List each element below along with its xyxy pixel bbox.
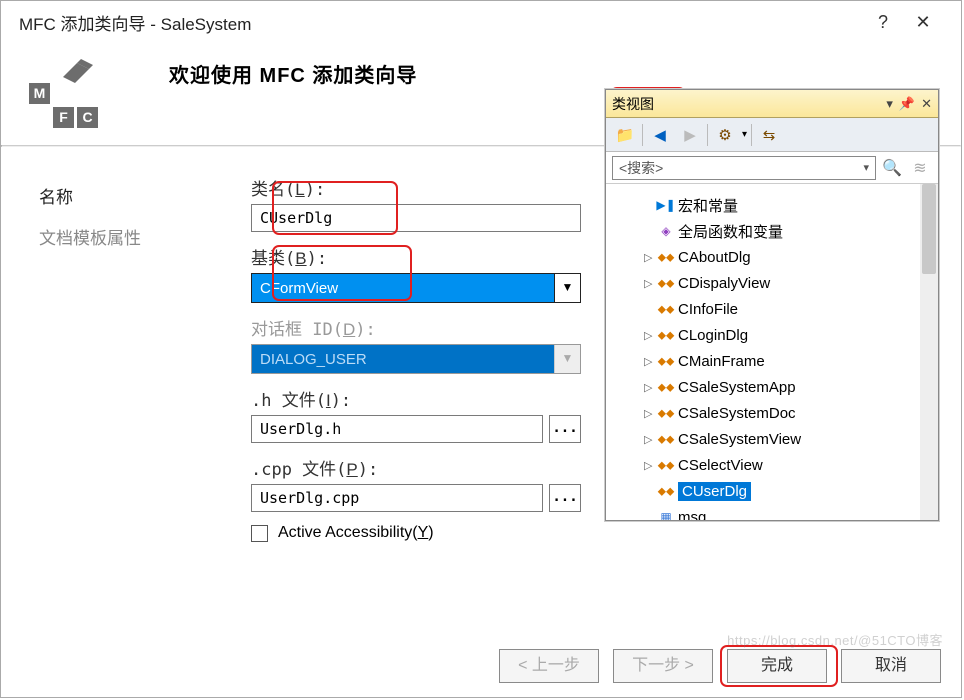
view-icon[interactable]: ⇆: [756, 122, 782, 148]
classname-label: 类名(L):: [251, 175, 581, 200]
class-view-titlebar[interactable]: 类视图 ▾ 📌 ✕: [606, 90, 938, 118]
cppfile-label: .cpp 文件(P):: [251, 455, 581, 480]
class-tree[interactable]: ▶❚宏和常量◈全局函数和变量▷⬥⬥CAboutDlg▷⬥⬥CDispalyVie…: [606, 184, 938, 520]
baseclass-label: 基类(B):: [251, 244, 581, 269]
close-button[interactable]: ✕: [903, 12, 943, 33]
tree-item[interactable]: ▷⬥⬥CSelectView: [610, 452, 934, 478]
cppfile-browse-button[interactable]: ...: [549, 484, 581, 512]
title-bar: MFC 添加类向导 - SaleSystem ? ✕: [1, 1, 961, 43]
sidebar-item-doc-template[interactable]: 文档模板属性: [39, 224, 241, 249]
chevron-down-icon: ▼: [554, 345, 580, 373]
wizard-footer: < 上一步 下一步 > 完成 取消: [499, 649, 941, 683]
tree-item[interactable]: ⬥⬥CInfoFile: [610, 296, 934, 322]
settings-icon[interactable]: ⚙: [712, 122, 738, 148]
tree-item[interactable]: ▷⬥⬥CSaleSystemDoc: [610, 400, 934, 426]
class-view-toolbar: 📁 ◀ ▶ ⚙▾ ⇆: [606, 118, 938, 152]
dialogid-dropdown: DIALOG_USER ▼: [251, 344, 581, 374]
class-view-panel: 类视图 ▾ 📌 ✕ 📁 ◀ ▶ ⚙▾ ⇆ <搜索> ▾ 🔍 ≋: [605, 89, 939, 521]
class-view-search-row: <搜索> ▾ 🔍 ≋: [606, 152, 938, 184]
class-view-title: 类视图: [612, 94, 654, 114]
tree-item[interactable]: ▷⬥⬥CDispalyView: [610, 270, 934, 296]
back-icon[interactable]: ◀: [647, 122, 673, 148]
forward-icon: ▶: [677, 122, 703, 148]
chevron-down-icon[interactable]: ▼: [554, 274, 580, 302]
tree-scrollbar[interactable]: [920, 184, 938, 520]
hfile-label: .h 文件(I):: [251, 386, 581, 411]
window-title: MFC 添加类向导 - SaleSystem: [19, 10, 251, 35]
wizard-sidebar: 名称 文档模板属性: [1, 147, 241, 627]
next-button: 下一步 >: [613, 649, 713, 683]
tree-item[interactable]: ▷⬥⬥CAboutDlg: [610, 244, 934, 270]
tree-item[interactable]: ▷⬥⬥CLoginDlg: [610, 322, 934, 348]
cppfile-input[interactable]: UserDlg.cpp: [251, 484, 543, 512]
baseclass-dropdown[interactable]: CFormView ▼: [251, 273, 581, 303]
cancel-button[interactable]: 取消: [841, 649, 941, 683]
classname-input[interactable]: CUserDlg: [251, 204, 581, 232]
dialogid-label: 对话框 ID(D):: [251, 315, 581, 340]
hfile-browse-button[interactable]: ...: [549, 415, 581, 443]
pin-icon[interactable]: 📌: [899, 96, 915, 112]
prev-button: < 上一步: [499, 649, 599, 683]
wizard-welcome-title: 欢迎使用 MFC 添加类向导: [169, 59, 417, 88]
new-folder-icon[interactable]: 📁: [612, 122, 638, 148]
tree-item[interactable]: ▷⬥⬥CSaleSystemView: [610, 426, 934, 452]
watermark: https://blog.csdn.net/@51CTO博客: [727, 630, 943, 649]
filter-icon: ≋: [908, 158, 932, 178]
tree-item[interactable]: ◈全局函数和变量: [610, 218, 934, 244]
tree-item[interactable]: ▦msg: [610, 504, 934, 520]
panel-dropdown-icon[interactable]: ▾: [886, 96, 893, 112]
hfile-input[interactable]: UserDlg.h: [251, 415, 543, 443]
accessibility-label: Active Accessibility(Y): [278, 524, 434, 542]
tree-item[interactable]: ⬥⬥CUserDlg: [610, 478, 934, 504]
sidebar-item-name[interactable]: 名称: [39, 183, 241, 208]
accessibility-checkbox[interactable]: [251, 525, 268, 542]
panel-close-icon[interactable]: ✕: [921, 96, 932, 112]
tree-item[interactable]: ▶❚宏和常量: [610, 192, 934, 218]
help-button[interactable]: ?: [863, 12, 903, 33]
wizard-form: 类名(L): CUserDlg 基类(B): CFormView ▼ 对话框 I…: [241, 147, 591, 627]
finish-button[interactable]: 完成: [727, 649, 827, 683]
tree-item[interactable]: ▷⬥⬥CMainFrame: [610, 348, 934, 374]
tree-item[interactable]: ▷⬥⬥CSaleSystemApp: [610, 374, 934, 400]
search-icon[interactable]: 🔍: [880, 158, 904, 178]
class-view-search-input[interactable]: <搜索> ▾: [612, 156, 876, 180]
mfc-logo: M F C: [29, 53, 109, 133]
